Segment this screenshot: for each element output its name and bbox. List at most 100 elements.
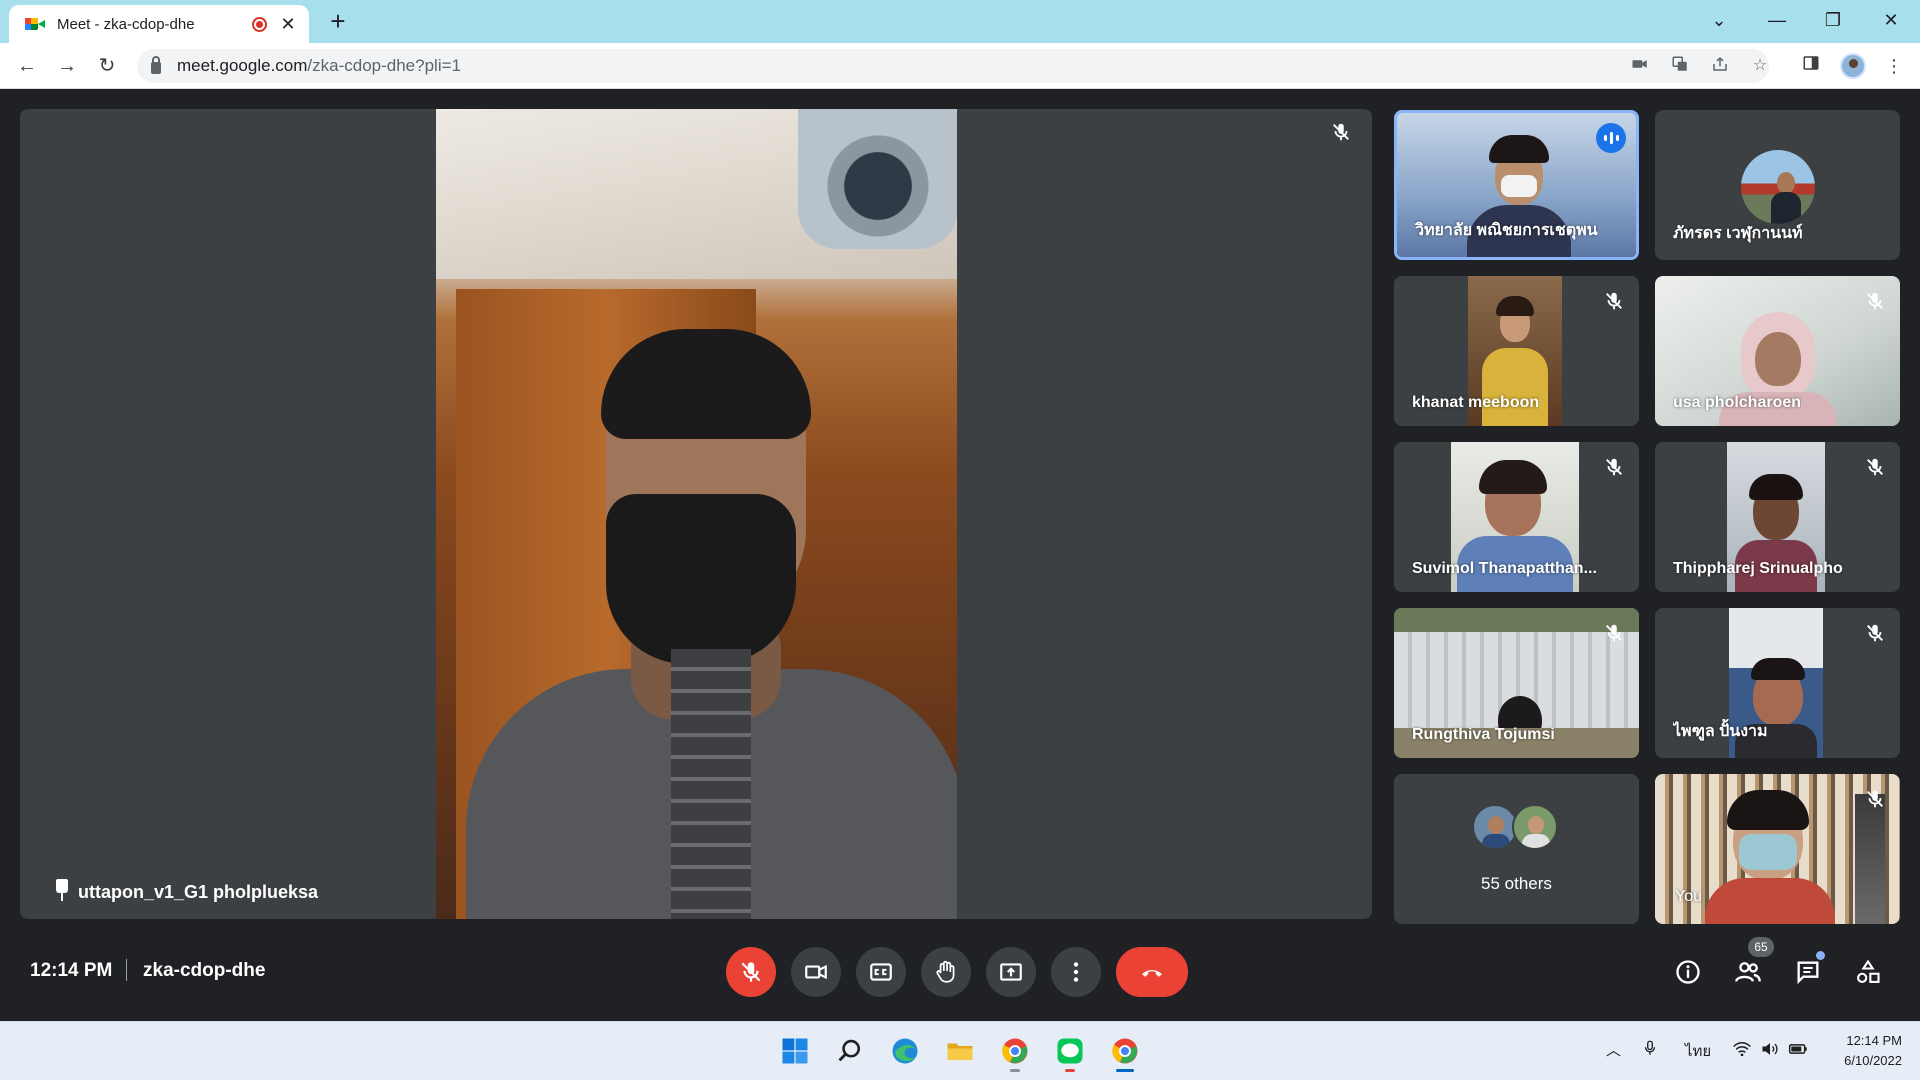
back-arrow-icon[interactable]: ← <box>12 51 42 81</box>
translate-icon[interactable] <box>1669 55 1691 77</box>
line-app-icon[interactable] <box>1051 1032 1089 1072</box>
main-speaker-name: uttapon_v1_G1 pholplueksa <box>78 882 319 902</box>
mic-off-icon <box>1864 622 1886 644</box>
wifi-icon[interactable] <box>1732 1039 1752 1063</box>
participant-body <box>1482 348 1548 426</box>
new-tab-button[interactable]: + <box>324 7 352 35</box>
windows-taskbar: ︿ ไทย 12:14 PM 6/10/2022 <box>0 1021 1920 1080</box>
others-count-label: 55 others <box>1481 874 1552 893</box>
participant-avatar <box>1741 150 1815 224</box>
browser-tab-meet[interactable]: Meet - zka-cdop-dhe ✕ <box>9 5 309 43</box>
participant-tile[interactable]: Thippharej Srinualpho <box>1655 442 1900 592</box>
present-screen-button[interactable] <box>986 947 1036 997</box>
participant-name: khanat meeboon <box>1412 394 1540 411</box>
others-tile[interactable]: 55 others <box>1394 774 1639 924</box>
reload-icon[interactable]: ↻ <box>92 51 122 81</box>
search-icon[interactable] <box>831 1032 869 1070</box>
divider <box>126 959 127 981</box>
closed-captions-icon <box>870 963 892 981</box>
participant-tile[interactable]: Rungthiva Tojumsi <box>1394 608 1639 758</box>
participant-name: usa pholcharoen <box>1673 394 1802 411</box>
info-icon <box>1676 960 1700 984</box>
microphone-icon[interactable] <box>1641 1039 1659 1061</box>
more-options-button[interactable] <box>1051 947 1101 997</box>
pin-icon[interactable] <box>54 879 70 903</box>
edge-browser-icon[interactable] <box>886 1032 924 1070</box>
url-host: meet.google.com <box>177 56 308 75</box>
raise-hand-button[interactable] <box>921 947 971 997</box>
profile-avatar[interactable] <box>1840 53 1866 79</box>
video-camera-icon <box>805 964 827 980</box>
battery-icon[interactable] <box>1788 1039 1808 1063</box>
chrome-profile-icon[interactable] <box>996 1032 1034 1072</box>
self-label: You <box>1675 888 1702 905</box>
close-window-button[interactable]: ✕ <box>1868 6 1914 34</box>
bookmark-star-icon[interactable]: ☆ <box>1749 55 1771 77</box>
captions-button[interactable] <box>856 947 906 997</box>
chevron-up-icon[interactable]: ︿ <box>1606 1039 1621 1060</box>
side-panel-icon[interactable] <box>1797 52 1825 80</box>
participant-name: ไพฑูล ปั้นงาม <box>1673 723 1768 740</box>
minimize-button[interactable]: — <box>1754 6 1800 34</box>
volume-icon[interactable] <box>1760 1039 1780 1063</box>
clock-time: 12:14 PM <box>1846 1033 1902 1048</box>
file-explorer-icon[interactable] <box>941 1032 979 1070</box>
system-clock[interactable]: 12:14 PM 6/10/2022 <box>1810 1031 1902 1071</box>
mic-off-icon <box>741 962 761 982</box>
hang-up-icon <box>1142 970 1162 977</box>
input-language[interactable]: ไทย <box>1685 1039 1711 1063</box>
running-indicator <box>1065 1069 1075 1072</box>
address-bar[interactable]: meet.google.com/zka-cdop-dhe?pli=1 ☆ <box>137 49 1769 83</box>
participant-tile[interactable]: ภัทรดร เวฬุกานนท์ <box>1655 110 1900 260</box>
tab-search-chevron-icon[interactable]: ⌄ <box>1696 6 1742 34</box>
video-projector <box>798 109 957 249</box>
video-person-mask <box>606 494 796 664</box>
self-hair <box>1727 790 1809 830</box>
chat-unread-dot <box>1816 951 1825 960</box>
chat-icon <box>1797 961 1819 985</box>
more-menu-icon[interactable]: ⋮ <box>1880 52 1908 80</box>
running-indicator <box>1010 1069 1020 1072</box>
video-shirt-collar <box>671 649 751 919</box>
mic-off-icon <box>1603 622 1625 644</box>
participant-tile[interactable]: usa pholcharoen <box>1655 276 1900 426</box>
windows-start-icon[interactable] <box>776 1032 814 1070</box>
leave-call-button[interactable] <box>1116 947 1188 997</box>
others-avatar <box>1512 804 1558 850</box>
toggle-microphone-button[interactable] <box>726 947 776 997</box>
people-button[interactable] <box>1728 952 1768 992</box>
chrome-active-icon[interactable] <box>1106 1032 1144 1072</box>
recording-indicator-icon <box>252 16 267 32</box>
lock-icon[interactable] <box>151 56 161 74</box>
participant-tile[interactable]: วิทยาลัย พณิชยการเชตุพน <box>1394 110 1639 260</box>
people-icon <box>1735 962 1761 982</box>
participant-hair <box>1749 474 1803 500</box>
clock-date: 6/10/2022 <box>1844 1053 1902 1068</box>
tab-close-icon[interactable]: ✕ <box>279 14 297 35</box>
camera-in-use-icon[interactable] <box>1629 55 1651 77</box>
participant-hair <box>1751 658 1805 680</box>
participant-hair <box>1479 460 1547 494</box>
participant-tile[interactable]: ไพฑูล ปั้นงาม <box>1655 608 1900 758</box>
maximize-button[interactable]: ❐ <box>1810 6 1856 34</box>
url-path: /zka-cdop-dhe?pli=1 <box>307 56 461 75</box>
share-icon[interactable] <box>1709 55 1731 77</box>
toggle-camera-button[interactable] <box>791 947 841 997</box>
mic-off-icon <box>1864 290 1886 312</box>
participant-name: วิทยาลัย พณิชยการเชตุพน <box>1415 222 1598 239</box>
participant-tile[interactable]: khanat meeboon <box>1394 276 1639 426</box>
mic-off-icon <box>1330 121 1352 143</box>
self-tile[interactable]: You <box>1655 774 1900 924</box>
forward-arrow-icon[interactable]: → <box>52 51 82 81</box>
mic-off-icon <box>1864 788 1886 810</box>
participant-tile[interactable]: Suvimol Thanapatthan... <box>1394 442 1639 592</box>
participant-name: Suvimol Thanapatthan... <box>1412 560 1597 577</box>
meeting-time: 12:14 PM <box>30 960 113 981</box>
browser-toolbar: ← → ↻ meet.google.com/zka-cdop-dhe?pli=1… <box>0 43 1920 89</box>
mic-off-icon <box>1864 456 1886 478</box>
present-screen-icon <box>1000 963 1022 981</box>
activities-button[interactable] <box>1848 952 1888 992</box>
meeting-details-button[interactable] <box>1668 952 1708 992</box>
main-speaker-tile[interactable]: uttapon_v1_G1 pholplueksa <box>20 109 1372 919</box>
google-meet-icon <box>25 16 45 32</box>
